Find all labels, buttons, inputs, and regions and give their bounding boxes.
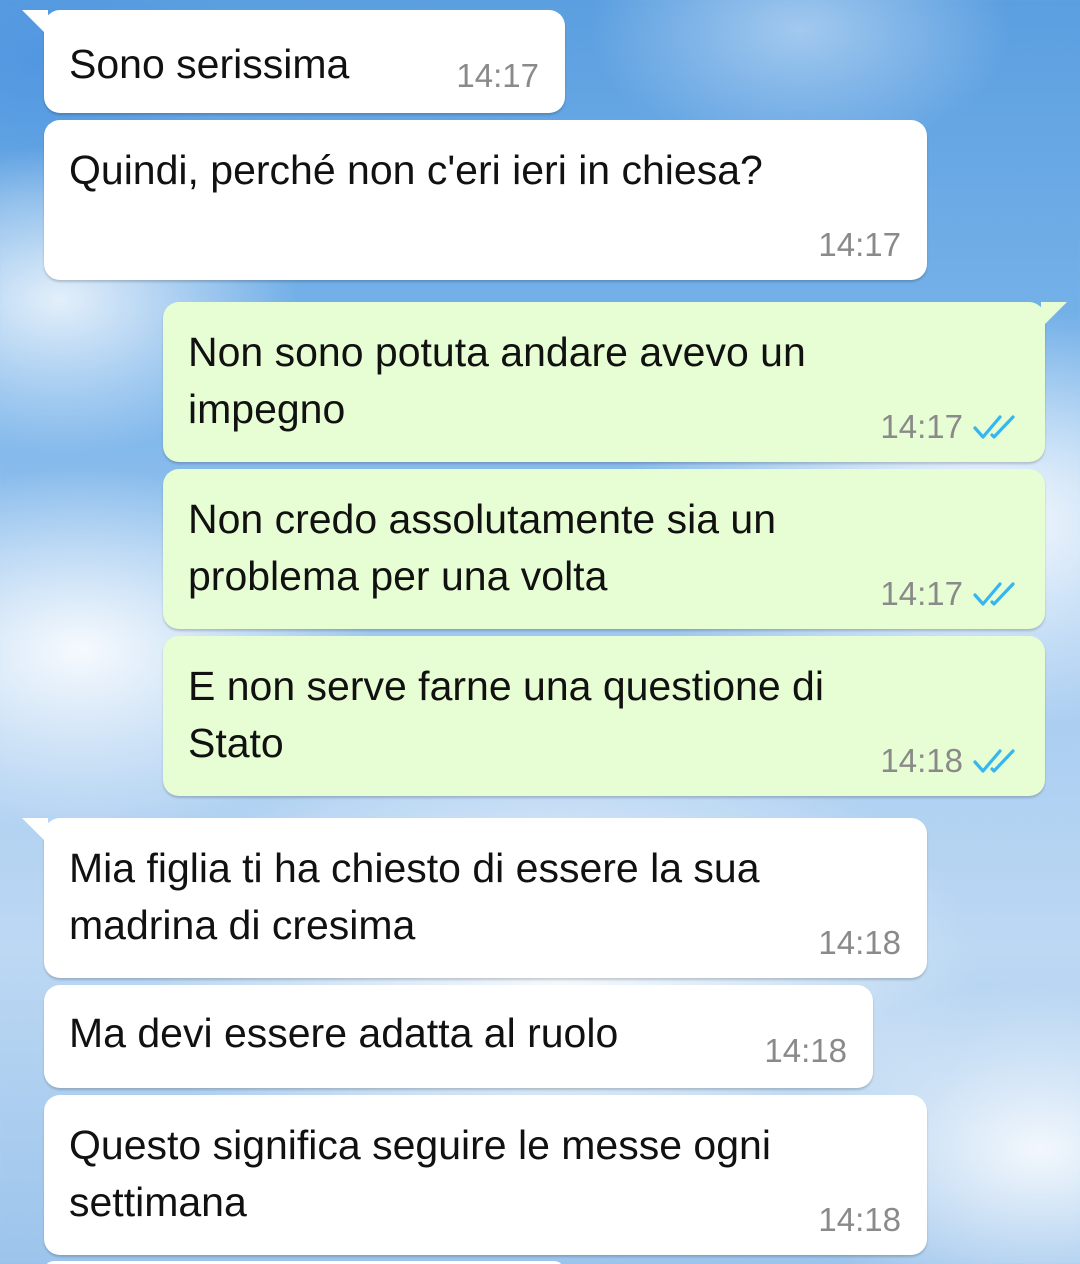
message-bubble-incoming[interactable]: Ma devi essere adatta al ruolo 14:18 [44,985,873,1088]
message-text: Quindi, perché non c'eri ieri in chiesa? [69,147,763,193]
message-meta: 14:18 [818,1201,901,1239]
message-text: Sono serissima [69,41,350,87]
message-text: E non serve farne una questione di Stato [188,663,824,766]
message-meta: 14:17 [818,226,901,264]
message-timestamp: 14:17 [880,575,963,612]
double-check-read-icon [973,415,1015,439]
message-timestamp: 14:17 [880,408,963,445]
bubble-tail [1041,302,1067,328]
message-bubble-outgoing[interactable]: Non credo assolutamente sia un problema … [163,469,1045,629]
message-bubble-outgoing[interactable]: E non serve farne una questione di Stato… [163,636,1045,796]
message-bubble-incoming[interactable]: Sono serissima 14:17 [22,10,565,113]
message-timestamp: 14:18 [818,1201,901,1238]
message-text: Non sono potuta andare avevo un impegno [188,329,806,432]
message-meta: 14:17 [456,57,539,95]
message-meta: 14:18 [764,1032,847,1070]
message-timestamp: 14:18 [764,1032,847,1069]
message-text: Non credo assolutamente sia un problema … [188,496,777,599]
message-timestamp: 14:18 [818,924,901,961]
double-check-read-icon [973,749,1015,773]
double-check-read-icon [973,582,1015,606]
message-meta: 14:17 [880,575,1019,613]
message-timestamp: 14:18 [880,742,963,779]
message-text: Mia figlia ti ha chiesto di essere la su… [69,845,760,948]
message-bubble-outgoing[interactable]: Non sono potuta andare avevo un impegno … [163,302,1067,462]
bubble-tail [22,10,48,36]
message-bubble-incoming[interactable]: Mia figlia ti ha chiesto di essere la su… [22,818,927,978]
bubble-tail [22,818,48,844]
message-text: Questo significa seguire le messe ogni s… [69,1122,771,1225]
message-bubble-incoming[interactable]: Questo significa seguire le messe ogni s… [44,1095,927,1255]
message-meta: 14:17 [880,408,1019,446]
message-bubble-incoming[interactable]: Quindi, perché non c'eri ieri in chiesa?… [44,120,927,280]
message-text: Ma devi essere adatta al ruolo [69,1010,619,1056]
message-timestamp: 14:17 [456,57,539,94]
message-meta: 14:18 [880,742,1019,780]
message-timestamp: 14:17 [818,226,901,263]
message-meta: 14:18 [818,924,901,962]
